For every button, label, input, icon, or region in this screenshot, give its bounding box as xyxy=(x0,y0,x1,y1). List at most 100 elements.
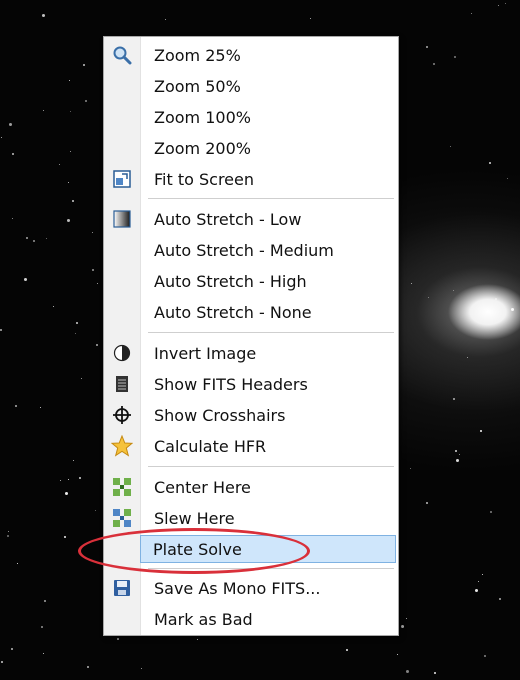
star xyxy=(450,146,451,147)
star xyxy=(426,46,428,48)
menu-separator xyxy=(148,198,394,199)
star xyxy=(92,232,93,233)
star xyxy=(1,661,3,663)
star xyxy=(97,283,98,284)
star xyxy=(65,492,68,495)
slew-arrows-icon xyxy=(106,504,138,532)
menu-item-show-crosshairs[interactable]: Show Crosshairs xyxy=(106,401,396,429)
star xyxy=(397,654,398,655)
star xyxy=(411,283,412,284)
menu-item-save-as-mono-fits[interactable]: Save As Mono FITS... xyxy=(106,574,396,602)
menu-item-label: Auto Stretch - Medium xyxy=(154,240,334,260)
menu-item-zoom-200[interactable]: Zoom 200% xyxy=(106,134,396,162)
document-stack-icon xyxy=(106,370,138,398)
star xyxy=(24,278,27,281)
crosshair-icon xyxy=(106,401,138,429)
star xyxy=(92,269,94,271)
star xyxy=(72,200,74,202)
menu-item-label: Zoom 50% xyxy=(154,76,241,96)
menu-item-label: Auto Stretch - Low xyxy=(154,209,302,229)
star xyxy=(511,308,514,311)
half-circle-icon xyxy=(106,339,138,367)
menu-item-slew-here[interactable]: Slew Here xyxy=(106,504,396,532)
menu-item-auto-stretch-high[interactable]: Auto Stretch - High xyxy=(106,267,396,295)
star xyxy=(498,5,499,6)
menu-item-label: Show Crosshairs xyxy=(154,405,286,425)
star xyxy=(53,306,54,307)
fit-screen-icon xyxy=(106,165,138,193)
star xyxy=(0,329,2,331)
star xyxy=(11,648,13,650)
star xyxy=(410,468,411,469)
star xyxy=(434,672,436,674)
menu-separator xyxy=(148,332,394,333)
menu-item-label: Save As Mono FITS... xyxy=(154,578,321,598)
star xyxy=(456,459,459,462)
star xyxy=(59,164,60,165)
floppy-disk-icon xyxy=(106,574,138,602)
menu-item-label: Invert Image xyxy=(154,343,257,363)
menu-item-show-fits-headers[interactable]: Show FITS Headers xyxy=(106,370,396,398)
star xyxy=(426,502,428,504)
star xyxy=(8,531,9,532)
menu-item-label: Auto Stretch - None xyxy=(154,302,312,322)
gradient-icon xyxy=(106,205,138,233)
menu-item-fit-to-screen[interactable]: Fit to Screen xyxy=(106,165,396,193)
menu-separator xyxy=(148,568,394,569)
context-menu: Zoom 25% Zoom 50% Zoom 100% Zoom 200% Fi… xyxy=(103,36,399,636)
menu-item-center-here[interactable]: Center Here xyxy=(106,473,396,501)
star xyxy=(499,598,501,600)
star xyxy=(475,589,478,592)
star xyxy=(81,378,82,379)
star xyxy=(1,137,2,138)
star xyxy=(471,13,472,14)
star xyxy=(7,535,9,537)
star xyxy=(75,333,76,334)
menu-item-plate-solve[interactable]: Plate Solve xyxy=(140,535,396,563)
star xyxy=(87,666,89,668)
star xyxy=(505,3,506,4)
star xyxy=(67,219,70,222)
star xyxy=(68,182,69,183)
menu-item-zoom-100[interactable]: Zoom 100% xyxy=(106,103,396,131)
star xyxy=(495,298,497,300)
star xyxy=(467,357,468,358)
menu-item-mark-as-bad[interactable]: Mark as Bad xyxy=(106,605,396,633)
star xyxy=(76,322,78,324)
menu-item-label: Plate Solve xyxy=(153,539,242,559)
menu-item-label: Zoom 100% xyxy=(154,107,251,127)
menu-item-auto-stretch-medium[interactable]: Auto Stretch - Medium xyxy=(106,236,396,264)
star xyxy=(43,110,44,111)
star xyxy=(83,64,85,66)
star xyxy=(43,653,44,654)
menu-item-invert-image[interactable]: Invert Image xyxy=(106,339,396,367)
menu-item-label: Zoom 200% xyxy=(154,138,251,158)
menu-item-label: Auto Stretch - High xyxy=(154,271,307,291)
star xyxy=(85,100,87,102)
menu-item-auto-stretch-low[interactable]: Auto Stretch - Low xyxy=(106,205,396,233)
star xyxy=(117,638,119,640)
star xyxy=(482,574,483,575)
star xyxy=(42,14,45,17)
star xyxy=(33,240,35,242)
star xyxy=(9,123,12,126)
star xyxy=(17,563,18,564)
star xyxy=(310,18,311,19)
star xyxy=(507,178,508,179)
menu-item-auto-stretch-none[interactable]: Auto Stretch - None xyxy=(106,298,396,326)
menu-item-zoom-25[interactable]: Zoom 25% xyxy=(106,41,396,69)
star xyxy=(73,460,74,461)
menu-item-calculate-hfr[interactable]: Calculate HFR xyxy=(106,432,396,460)
star xyxy=(64,536,66,538)
star xyxy=(406,618,407,619)
star xyxy=(401,625,404,628)
star xyxy=(95,510,96,511)
menu-separator xyxy=(148,466,394,467)
menu-item-label: Zoom 25% xyxy=(154,45,241,65)
star xyxy=(455,450,457,452)
star xyxy=(489,162,491,164)
menu-item-label: Fit to Screen xyxy=(154,169,254,189)
star xyxy=(68,479,69,480)
menu-item-label: Show FITS Headers xyxy=(154,374,308,394)
menu-item-zoom-50[interactable]: Zoom 50% xyxy=(106,72,396,100)
